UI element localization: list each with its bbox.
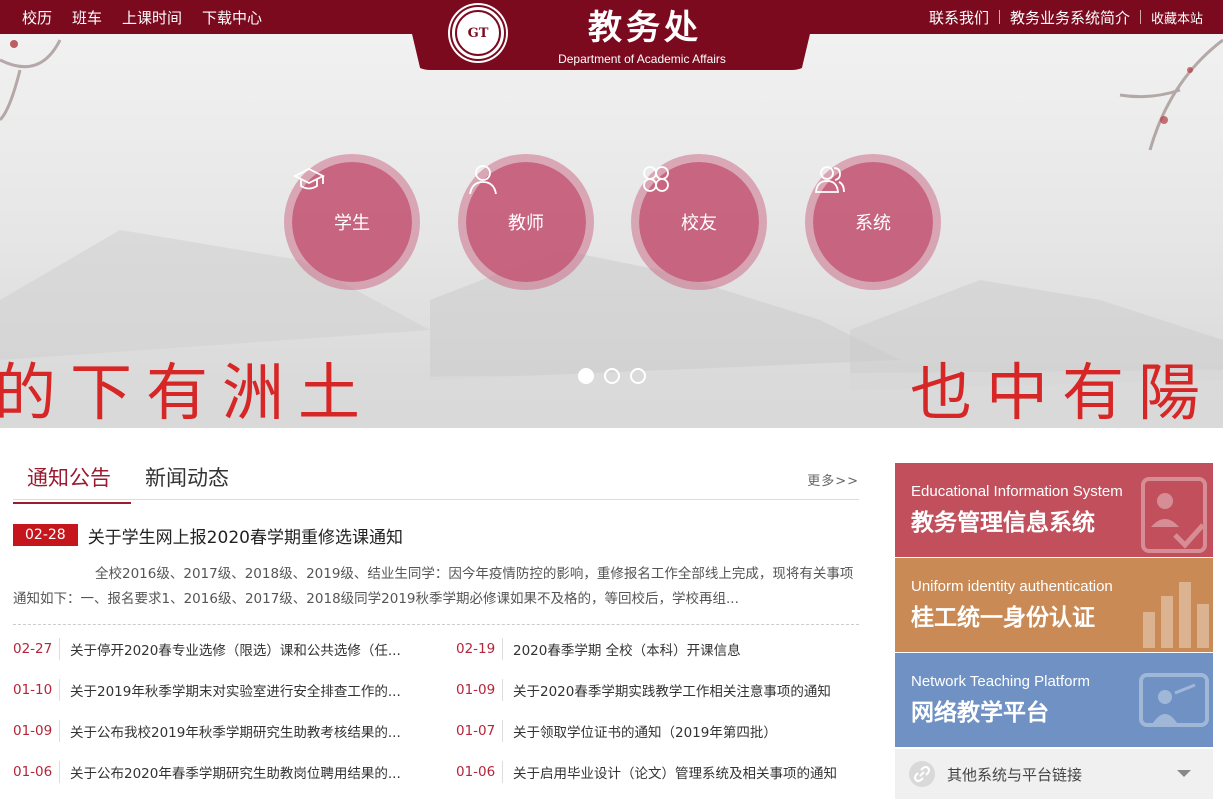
divider — [59, 761, 60, 783]
quick-link-label: 教师 — [508, 213, 544, 234]
divider — [13, 624, 859, 625]
list-item[interactable]: 01-10 关于2019年秋季学期末对实验室进行安全排查工作的... — [13, 677, 413, 703]
item-date: 01-07 — [456, 723, 496, 739]
item-date: 02-19 — [456, 641, 496, 657]
slider-dot[interactable] — [630, 368, 646, 384]
item-date: 01-09 — [456, 682, 496, 698]
users-icon — [815, 166, 845, 193]
quick-link-label: 系统 — [855, 213, 891, 234]
nav-divider — [1139, 10, 1141, 24]
bar-stats-icon — [1143, 582, 1209, 648]
more-link[interactable]: 更多>> — [807, 470, 859, 489]
nav-link-shuttle[interactable]: 班车 — [72, 7, 102, 28]
news-section: 通知公告 新闻动态 更多>> 02-28 关于学生网上报2020春学期重修选课通… — [13, 456, 859, 783]
divider — [59, 720, 60, 742]
item-title[interactable]: 2020春季学期 全校（本科）开课信息 — [513, 639, 858, 659]
item-title[interactable]: 关于领取学位证书的通知（2019年第四批） — [513, 721, 858, 741]
news-tabs: 通知公告 新闻动态 更多>> — [13, 456, 859, 504]
university-seal-logo[interactable]: GT — [450, 5, 506, 61]
list-item[interactable]: 01-07 关于领取学位证书的通知（2019年第四批） — [456, 718, 859, 744]
other-links-dropdown[interactable]: 其他系统与平台链接 — [895, 749, 1213, 799]
item-date: 02-27 — [13, 641, 53, 657]
chevron-down-icon — [1177, 770, 1191, 777]
divider — [502, 679, 503, 701]
divider — [59, 638, 60, 660]
list-row: 02-27 关于停开2020春专业选修（限选）课和公共选修（任... 02-19… — [13, 636, 859, 662]
quick-link-label: 学生 — [334, 213, 370, 234]
featured-summary: 全校2016级、2017级、2018级、2019级、结业生同学：因今年疫情防控的… — [13, 566, 854, 607]
top-nav-right: 联系我们 教务业务系统简介 收藏本站 — [929, 0, 1203, 34]
item-date: 01-06 — [13, 764, 53, 780]
featured-date-badge: 02-28 — [13, 524, 78, 546]
featured-title[interactable]: 关于学生网上报2020春学期重修选课通知 — [88, 523, 403, 548]
slider-dot[interactable] — [578, 368, 594, 384]
panel-en-title: Network Teaching Platform — [911, 673, 1090, 690]
quick-link-student[interactable]: 学生 — [292, 162, 412, 282]
item-title[interactable]: 关于公布我校2019年秋季学期研究生助教考核结果的... — [70, 721, 410, 741]
item-title[interactable]: 关于启用毕业设计（论文）管理系统及相关事项的通知 — [513, 762, 858, 782]
panel-identity-auth[interactable]: Uniform identity authentication 桂工统一身份认证 — [895, 558, 1213, 652]
tab-notices[interactable]: 通知公告 — [13, 462, 131, 504]
quick-link-alumni[interactable]: 校友 — [639, 162, 759, 282]
divider — [502, 720, 503, 742]
presentation-board-icon — [1139, 673, 1209, 727]
calligraphy-right: 也中有陽光 — [910, 356, 1215, 428]
list-row: 01-06 关于公布2020年春季学期研究生助教岗位聘用结果的... 01-06… — [13, 759, 859, 785]
nav-link-contact[interactable]: 联系我们 — [929, 7, 989, 28]
tab-news[interactable]: 新闻动态 — [145, 462, 229, 492]
nav-divider — [998, 10, 1000, 24]
site-title: 教务处 — [588, 8, 702, 48]
item-date: 01-09 — [13, 723, 53, 739]
panel-edu-info-system[interactable]: Educational Information System 教务管理信息系统 — [895, 463, 1213, 557]
featured-notice[interactable]: 02-28 关于学生网上报2020春学期重修选课通知 — [13, 522, 859, 548]
nav-link-bookmark[interactable]: 收藏本站 — [1151, 8, 1203, 27]
panel-en-title: Educational Information System — [911, 483, 1123, 500]
divider — [502, 638, 503, 660]
top-nav-left: 校历 班车 上课时间 下载中心 — [22, 0, 262, 34]
quick-link-teacher[interactable]: 教师 — [466, 162, 586, 282]
nav-link-class-time[interactable]: 上课时间 — [122, 7, 182, 28]
item-title[interactable]: 关于停开2020春专业选修（限选）课和公共选修（任... — [70, 639, 410, 659]
seal-emblem-icon: GT — [455, 10, 501, 56]
quick-link-label: 校友 — [681, 213, 717, 234]
divider — [59, 679, 60, 701]
divider — [502, 761, 503, 783]
nav-link-system-intro[interactable]: 教务业务系统简介 — [1010, 7, 1130, 28]
panel-en-title: Uniform identity authentication — [911, 578, 1113, 595]
slider-dot[interactable] — [604, 368, 620, 384]
list-item[interactable]: 01-06 关于启用毕业设计（论文）管理系统及相关事项的通知 — [456, 759, 859, 785]
list-item[interactable]: 01-09 关于公布我校2019年秋季学期研究生助教考核结果的... — [13, 718, 413, 744]
list-item[interactable]: 01-09 关于2020春季学期实践教学工作相关注意事项的通知 — [456, 677, 859, 703]
graduation-cap-icon — [292, 167, 326, 190]
quick-link-system[interactable]: 系统 — [813, 162, 933, 282]
item-title[interactable]: 关于公布2020年春季学期研究生助教岗位聘用结果的... — [70, 762, 410, 782]
resume-check-icon — [1141, 477, 1207, 553]
other-links-label: 其他系统与平台链接 — [947, 765, 1083, 784]
link-icon — [909, 761, 935, 787]
calligraphy-left: 的下有洲土 — [0, 356, 375, 428]
list-item[interactable]: 02-19 2020春季学期 全校（本科）开课信息 — [456, 636, 859, 662]
person-icon — [469, 165, 497, 195]
nav-link-calendar[interactable]: 校历 — [22, 7, 52, 28]
panel-teaching-platform[interactable]: Network Teaching Platform 网络教学平台 — [895, 653, 1213, 747]
list-item[interactable]: 02-27 关于停开2020春专业选修（限选）课和公共选修（任... — [13, 636, 413, 662]
panel-cn-title: 桂工统一身份认证 — [911, 605, 1095, 631]
list-item[interactable]: 01-06 关于公布2020年春季学期研究生助教岗位聘用结果的... — [13, 759, 413, 785]
panel-cn-title: 教务管理信息系统 — [911, 510, 1095, 536]
item-date: 01-06 — [456, 764, 496, 780]
slider-dots — [578, 368, 646, 384]
panel-cn-title: 网络教学平台 — [911, 700, 1049, 726]
list-row: 01-09 关于公布我校2019年秋季学期研究生助教考核结果的... 01-07… — [13, 718, 859, 744]
list-row: 01-10 关于2019年秋季学期末对实验室进行安全排查工作的... 01-09… — [13, 677, 859, 703]
clover-icon — [643, 166, 669, 192]
item-title[interactable]: 关于2020春季学期实践教学工作相关注意事项的通知 — [513, 680, 858, 700]
item-date: 01-10 — [13, 682, 53, 698]
site-subtitle: Department of Academic Affairs — [558, 52, 726, 66]
item-title[interactable]: 关于2019年秋季学期末对实验室进行安全排查工作的... — [70, 680, 410, 700]
nav-link-downloads[interactable]: 下载中心 — [202, 7, 262, 28]
